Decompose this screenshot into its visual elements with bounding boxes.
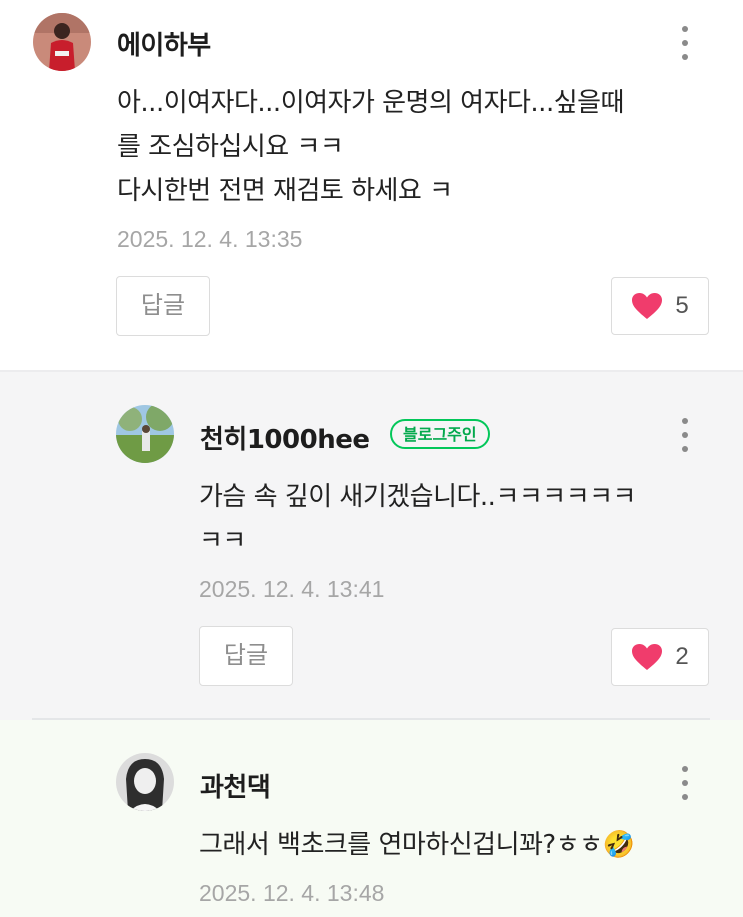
comment-date: 2025. 12. 4. 13:41 bbox=[199, 576, 385, 602]
like-button[interactable]: 2 bbox=[611, 628, 709, 686]
heart-icon bbox=[632, 644, 663, 670]
blog-owner-badge: 블로그주인 bbox=[390, 419, 490, 449]
avatar[interactable] bbox=[116, 753, 174, 811]
comment-reply-item: 과천댁 그래서 백초크를 연마하신겁니꽈?ㅎㅎ🤣 2025. 12. 4. 13… bbox=[0, 720, 743, 917]
comment-author[interactable]: 에이하부 bbox=[117, 25, 211, 62]
reply-button[interactable]: 답글 bbox=[116, 276, 210, 336]
avatar[interactable] bbox=[33, 13, 91, 71]
more-options-icon[interactable] bbox=[670, 763, 700, 803]
heart-icon bbox=[632, 293, 663, 319]
comment-author[interactable]: 천히1000hee bbox=[200, 419, 370, 456]
reply-button[interactable]: 답글 bbox=[199, 626, 293, 686]
like-count: 2 bbox=[675, 643, 689, 670]
comment-date: 2025. 12. 4. 13:35 bbox=[117, 226, 303, 252]
comment-text-line: ㅋㅋ bbox=[199, 526, 246, 556]
comment-text-line: 가슴 속 깊이 새기겠습니다..ㅋㅋㅋㅋㅋㅋ bbox=[199, 482, 636, 512]
comment-reply-item: 천히1000hee 블로그주인 가슴 속 깊이 새기겠습니다..ㅋㅋㅋㅋㅋㅋ ㅋ… bbox=[0, 370, 743, 722]
avatar[interactable] bbox=[116, 405, 174, 463]
like-count: 5 bbox=[675, 292, 689, 319]
comment-text-line: 아...이여자다...이여자가 운명의 여자다...싶을때 bbox=[117, 88, 624, 118]
more-options-icon[interactable] bbox=[670, 23, 700, 63]
comment-text-line: 다시한번 전면 재검토 하세요 ㅋ bbox=[117, 176, 453, 206]
more-options-icon[interactable] bbox=[670, 415, 700, 455]
comment-item: 에이하부 아...이여자다...이여자가 운명의 여자다...싶을때 를 조심하… bbox=[0, 0, 743, 370]
comment-text-line: 를 조심하십시요 ㅋㅋ bbox=[117, 132, 344, 162]
comment-text-line: 그래서 백초크를 연마하신겁니꽈?ㅎㅎ🤣 bbox=[199, 830, 635, 860]
comment-date: 2025. 12. 4. 13:48 bbox=[199, 880, 385, 906]
comment-author[interactable]: 과천댁 bbox=[200, 767, 271, 804]
like-button[interactable]: 5 bbox=[611, 277, 709, 335]
